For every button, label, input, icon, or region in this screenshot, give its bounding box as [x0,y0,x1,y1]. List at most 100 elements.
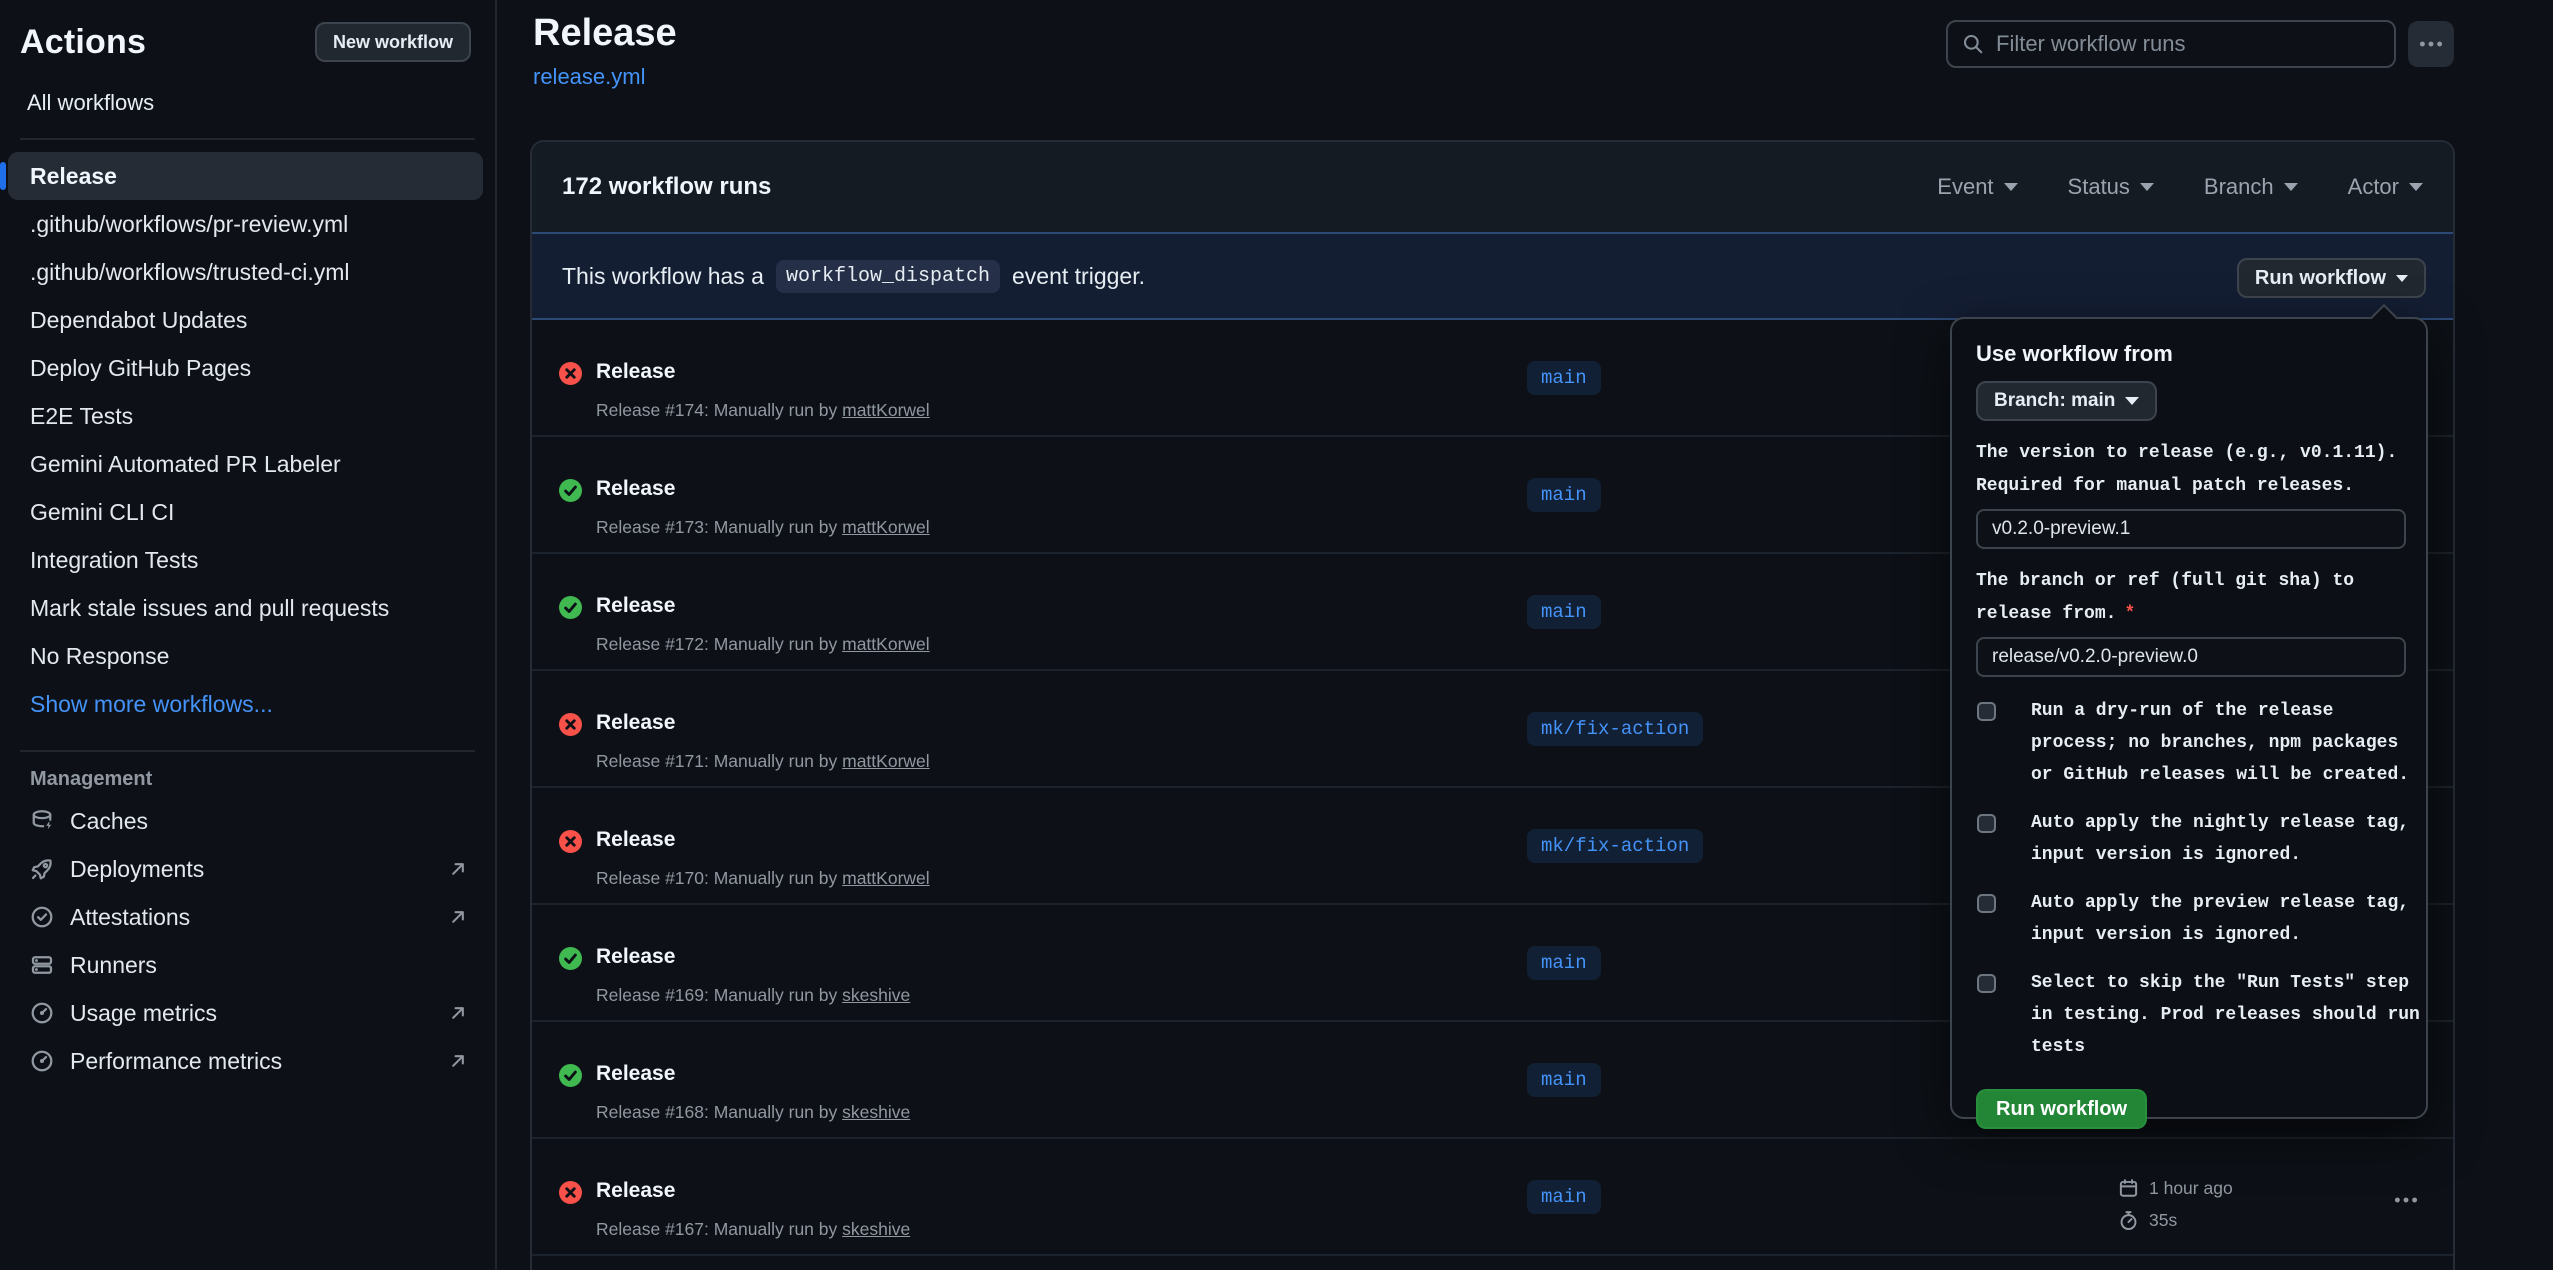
ref-input[interactable] [1976,637,2406,677]
sidebar-item-release[interactable]: Release [8,152,483,200]
run-title[interactable]: Release [596,945,675,969]
sidebar-item-e2e-tests[interactable]: E2E Tests [8,392,483,440]
sidebar-item-gemini-cli-ci[interactable]: Gemini CLI CI [8,488,483,536]
run-kebab-button[interactable] [2388,1187,2424,1213]
branch-chip[interactable]: main [1527,595,1601,629]
run-actor-link[interactable]: mattKorwel [842,751,930,771]
run-actor-link[interactable]: mattKorwel [842,517,930,537]
branch-chip[interactable]: main [1527,946,1601,980]
branch-chip[interactable]: main [1527,1063,1601,1097]
new-workflow-button[interactable]: New workflow [315,22,471,62]
sidebar-item-label: Gemini Automated PR Labeler [30,451,341,478]
sidebar-item-label: Gemini CLI CI [30,499,174,526]
branch-selector-button[interactable]: Branch: main [1976,381,2157,421]
chevron-down-icon [2140,183,2154,198]
sidebar-item-runners[interactable]: Runners [8,941,483,989]
sidebar-item-no-response[interactable]: No Response [8,632,483,680]
sidebar-item-performance-metrics[interactable]: Performance metrics [8,1037,483,1085]
management-item-label: Deployments [70,856,204,883]
run-title[interactable]: Release [596,828,675,852]
version-input[interactable] [1976,509,2406,549]
run-count-label: 172 workflow runs [562,173,771,201]
check-circle-icon [559,479,582,502]
run-title[interactable]: Release [596,711,675,735]
sidebar-item-deploy-github-pages[interactable]: Deploy GitHub Pages [8,344,483,392]
sidebar-item-github-workflows-pr-review-yml[interactable]: .github/workflows/pr-review.yml [8,200,483,248]
dispatch-option-label: Auto apply the preview release tag,input… [2031,887,2409,951]
run-actor-link[interactable]: skeshive [842,1102,910,1122]
kebab-icon [2393,1187,2419,1213]
branch-chip[interactable]: main [1527,1180,1601,1214]
sidebar-item-label: Integration Tests [30,547,198,574]
sidebar-item-label: .github/workflows/trusted-ci.yml [30,259,350,286]
sidebar-item-caches[interactable]: Caches [8,797,483,845]
sidebar-item-gemini-automated-pr-labeler[interactable]: Gemini Automated PR Labeler [8,440,483,488]
page-title: Release [533,12,677,55]
dispatch-option[interactable]: Auto apply the nightly release tag,input… [1976,807,2402,871]
filter-branch[interactable]: Branch [2204,174,2298,200]
filter-status[interactable]: Status [2068,174,2154,200]
sidebar-item-github-workflows-trusted-ci-yml[interactable]: .github/workflows/trusted-ci.yml [8,248,483,296]
x-circle-icon [559,1181,582,1204]
run-actor-link[interactable]: skeshive [842,985,910,1005]
run-description: Release #173: Manually run by mattKorwel [596,517,930,538]
run-actor-link[interactable]: mattKorwel [842,868,930,888]
sidebar-item-label: Dependabot Updates [30,307,247,334]
page-kebab-button[interactable] [2408,21,2454,67]
dispatch-option-label: Run a dry-run of the releaseprocess; no … [2031,695,2409,791]
checkbox[interactable] [1977,814,1996,833]
dispatch-option-label: Select to skip the "Run Tests" stepin te… [2031,967,2420,1063]
run-actor-link[interactable]: mattKorwel [842,634,930,654]
sidebar-item-all-workflows[interactable]: All workflows [27,90,495,116]
run-duration: 35s [2149,1210,2177,1231]
branch-chip[interactable]: main [1527,478,1601,512]
run-title[interactable]: Release [596,477,675,501]
run-workflow-submit-button[interactable]: Run workflow [1976,1089,2147,1129]
sidebar-item-integration-tests[interactable]: Integration Tests [8,536,483,584]
run-workflow-dropdown-button[interactable]: Run workflow [2237,258,2426,298]
checkbox[interactable] [1977,974,1996,993]
sidebar-item-dependabot-updates[interactable]: Dependabot Updates [8,296,483,344]
dispatch-option[interactable]: Run a dry-run of the releaseprocess; no … [1976,695,2402,791]
run-title[interactable]: Release [596,1062,675,1086]
sidebar-item-mark-stale-issues-and-pull-requests[interactable]: Mark stale issues and pull requests [8,584,483,632]
required-asterisk: * [2124,604,2135,624]
search-icon [1962,33,1984,55]
run-actor-link[interactable]: mattKorwel [842,400,930,420]
run-title[interactable]: Release [596,594,675,618]
chevron-down-icon [2284,183,2298,198]
branch-chip[interactable]: main [1527,361,1601,395]
dispatch-option[interactable]: Auto apply the preview release tag,input… [1976,887,2402,951]
sidebar-item-deployments[interactable]: Deployments [8,845,483,893]
workflow-file-link[interactable]: release.yml [533,64,645,90]
filter-workflow-runs-input[interactable] [1996,31,2380,57]
branch-chip[interactable]: mk/fix-action [1527,712,1703,746]
run-actor-link[interactable]: skeshive [842,1219,910,1239]
checkbox[interactable] [1977,894,1996,913]
run-workflow-panel: Use workflow from Branch: main The versi… [1950,317,2428,1119]
filter-actor[interactable]: Actor [2348,174,2423,200]
run-filters: Event Status Branch Actor [1937,174,2423,200]
run-description: Release #170: Manually run by mattKorwel [596,868,930,889]
filter-label: Actor [2348,174,2399,200]
run-title[interactable]: Release [596,1179,675,1203]
sidebar-item-label: Mark stale issues and pull requests [30,595,389,622]
dispatch-option[interactable]: Select to skip the "Run Tests" stepin te… [1976,967,2402,1063]
ref-help-text: The branch or ref (full git sha) to rele… [1976,565,2402,631]
workflow-run-row[interactable]: Release Release #167: Manually run by sk… [532,1139,2453,1256]
banner-text-after: event trigger. [1012,263,1145,290]
filter-event[interactable]: Event [1937,174,2017,200]
sidebar-item-usage-metrics[interactable]: Usage metrics [8,989,483,1037]
run-time: 1 hour ago [2149,1178,2233,1199]
show-more-workflows-link[interactable]: Show more workflows... [8,680,483,728]
sidebar-item-attestations[interactable]: Attestations [8,893,483,941]
arrow-up-right-icon [447,1050,469,1072]
workflow-dispatch-code: workflow_dispatch [776,260,1000,293]
arrow-up-right-icon [447,1002,469,1024]
verified-icon [30,905,54,929]
x-circle-icon [559,713,582,736]
checkbox[interactable] [1977,702,1996,721]
run-title[interactable]: Release [596,360,675,384]
branch-chip[interactable]: mk/fix-action [1527,829,1703,863]
calendar-icon [2118,1178,2139,1199]
